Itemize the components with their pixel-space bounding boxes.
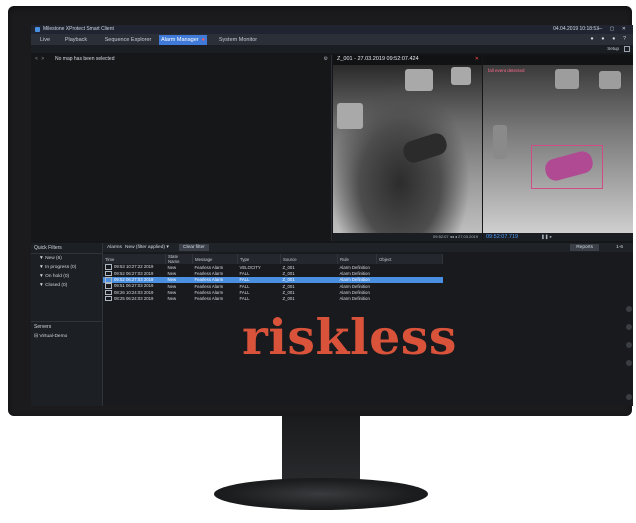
cell-message: Fearless Alarm (194, 296, 224, 302)
map-toolbar: < > No map has been selected ⚙ (31, 55, 331, 63)
fullscreen-icon[interactable] (624, 46, 630, 52)
col-object[interactable]: Object (376, 254, 443, 264)
alarms-table: Time State Name Message Type Source Rule… (103, 254, 443, 302)
camera-view-depth[interactable]: Z_001 - 27.03.2019 09:52:07.424 ✕ 09:52:… (333, 55, 482, 241)
cell-time: 08:25 06:24:03 2019 (103, 295, 166, 302)
filter-on-hold[interactable]: ▼ On hold (0) (31, 272, 102, 281)
server-label: Virtual-Demo (39, 334, 68, 339)
map-nav-icons[interactable]: < > (35, 55, 45, 63)
tab-sequence-explorer[interactable]: Sequence Explorer (99, 35, 157, 45)
quick-filters-panel: Quick Filters ▼ New (6) ▼ In progress (0… (31, 243, 103, 406)
cell-time-text: 08:25 06:24:03 2019 (114, 295, 154, 301)
cell-time-text: 09:52 06:27:03 2019 (114, 276, 154, 282)
detection-object (555, 69, 579, 89)
close-icon[interactable]: ✕ (475, 55, 479, 64)
camera-view-detection[interactable]: fall event detected 09:52:07.719 ❚❚ ▸ (483, 55, 633, 241)
alarms-label: Alarms (107, 245, 122, 250)
setup-button[interactable]: Setup (607, 45, 619, 53)
cell-time-text: 09:53 10:27:22 2019 (114, 264, 154, 270)
monitor-button (626, 324, 632, 330)
tab-alarm-manager[interactable]: Alarm Manager ● (159, 35, 207, 45)
playback-time: 09:52:07.719 (486, 234, 519, 240)
servers-header: Servers (34, 324, 52, 330)
cell-source: Z_001 (282, 296, 295, 302)
power-button (626, 394, 632, 400)
detection-warning: fall event detected (488, 68, 525, 73)
alarm-icon (105, 277, 112, 283)
filter-label: Closed (0) (45, 283, 68, 288)
playback-timeline[interactable]: 09:52:07 ◂◂ ◂ 27.03.2019 (333, 233, 482, 241)
cell-type: FALL (239, 296, 250, 302)
page-indicator: 1-6 (616, 245, 623, 250)
tab-system-monitor[interactable]: System Monitor (213, 35, 263, 45)
tab-bar: Live Playback Sequence Explorer Alarm Ma… (31, 34, 633, 45)
tab-live[interactable]: Live (35, 35, 55, 45)
playback-controls[interactable]: 09:52:07 ◂◂ ◂ 27.03.2019 (433, 233, 478, 241)
col-time[interactable]: Time (103, 254, 166, 264)
filter-label: In progress (0) (45, 265, 77, 270)
alarm-icon (105, 270, 112, 277)
title-bar: Milestone XProtect Smart Client 04.04.20… (31, 25, 633, 34)
filter-in-progress[interactable]: ▼ In progress (0) (31, 263, 102, 272)
cell-state: New (167, 296, 177, 302)
col-rule[interactable]: Rule (337, 254, 377, 264)
detection-object (493, 125, 507, 159)
server-item[interactable]: ⊟ Virtual-Demo (31, 332, 102, 341)
cell-time-text: 08:26 10:24:03 2019 (114, 289, 154, 295)
cell-time-text: 09:52 06:27:03 2019 (114, 270, 154, 276)
window-title: Milestone XProtect Smart Client (43, 26, 114, 32)
alarm-icon (105, 264, 112, 270)
depth-person (400, 130, 450, 166)
monitor-button (626, 306, 632, 312)
playback-timeline[interactable]: 09:52:07.719 ❚❚ ▸ (483, 233, 633, 241)
alarms-toolbar: Alarms New (filter applied) ▾ Clear filt… (103, 243, 633, 252)
window-controls[interactable]: — ▢ ✕ (597, 25, 629, 34)
monitor-button (626, 360, 632, 366)
table-row[interactable]: 08:25 06:24:03 2019 New Fearless Alarm F… (103, 295, 443, 302)
filter-label: On hold (0) (45, 274, 70, 279)
map-message: No map has been selected (55, 56, 115, 62)
alarm-icon (105, 295, 112, 302)
col-state[interactable]: State Name (165, 254, 193, 264)
depth-image (333, 65, 482, 233)
monitor-button (626, 342, 632, 348)
col-type[interactable]: Type (237, 254, 281, 264)
map-settings-icon[interactable]: ⚙ (324, 55, 328, 63)
depth-object (451, 67, 471, 85)
clear-filter-button[interactable]: Clear filter (179, 244, 209, 251)
filter-closed[interactable]: ▼ Closed (0) (31, 281, 102, 290)
app-logo-icon (35, 27, 40, 32)
depth-object (405, 69, 433, 91)
alarm-filter-value: New (filter applied) (125, 245, 165, 250)
monitor-stand-base (214, 478, 428, 510)
cell-time-text: 09:51 06:27:03 2019 (114, 283, 154, 289)
alarm-filter-select[interactable]: New (filter applied) ▾ (125, 243, 169, 252)
filter-label: New (6) (45, 256, 62, 261)
servers-panel: Servers ⊟ Virtual-Demo (31, 321, 102, 341)
filter-new[interactable]: ▼ New (6) (31, 254, 102, 263)
map-panel: < > No map has been selected ⚙ (31, 55, 332, 241)
depth-object (337, 103, 363, 129)
cell-rule: Alarm Definition (339, 296, 370, 302)
cell-object (377, 295, 443, 301)
alarm-icon (105, 283, 112, 289)
toolbar-icons[interactable]: ● ● ● ? (590, 34, 629, 45)
alarm-icon (105, 289, 112, 296)
clock-readout: 04.04.2019 10:18:53 (553, 26, 599, 32)
tab-playback[interactable]: Playback (61, 35, 91, 45)
setup-bar: Setup (31, 45, 633, 53)
brand-logo: riskless (242, 308, 457, 366)
table-header-row: Time State Name Message Type Source Rule… (103, 254, 443, 264)
camera-title: Z_001 - 27.03.2019 09:52:07.424 (337, 56, 419, 62)
col-message[interactable]: Message (192, 254, 238, 264)
reports-button[interactable]: Reports (570, 244, 599, 251)
tab-close-icon[interactable]: ● (202, 37, 205, 43)
detection-object (599, 71, 621, 89)
play-pause-controls[interactable]: ❚❚ ▸ (541, 233, 552, 241)
tab-alarm-manager-label: Alarm Manager (161, 37, 199, 43)
quick-filters-header: Quick Filters (31, 243, 102, 254)
col-source[interactable]: Source (280, 254, 338, 264)
